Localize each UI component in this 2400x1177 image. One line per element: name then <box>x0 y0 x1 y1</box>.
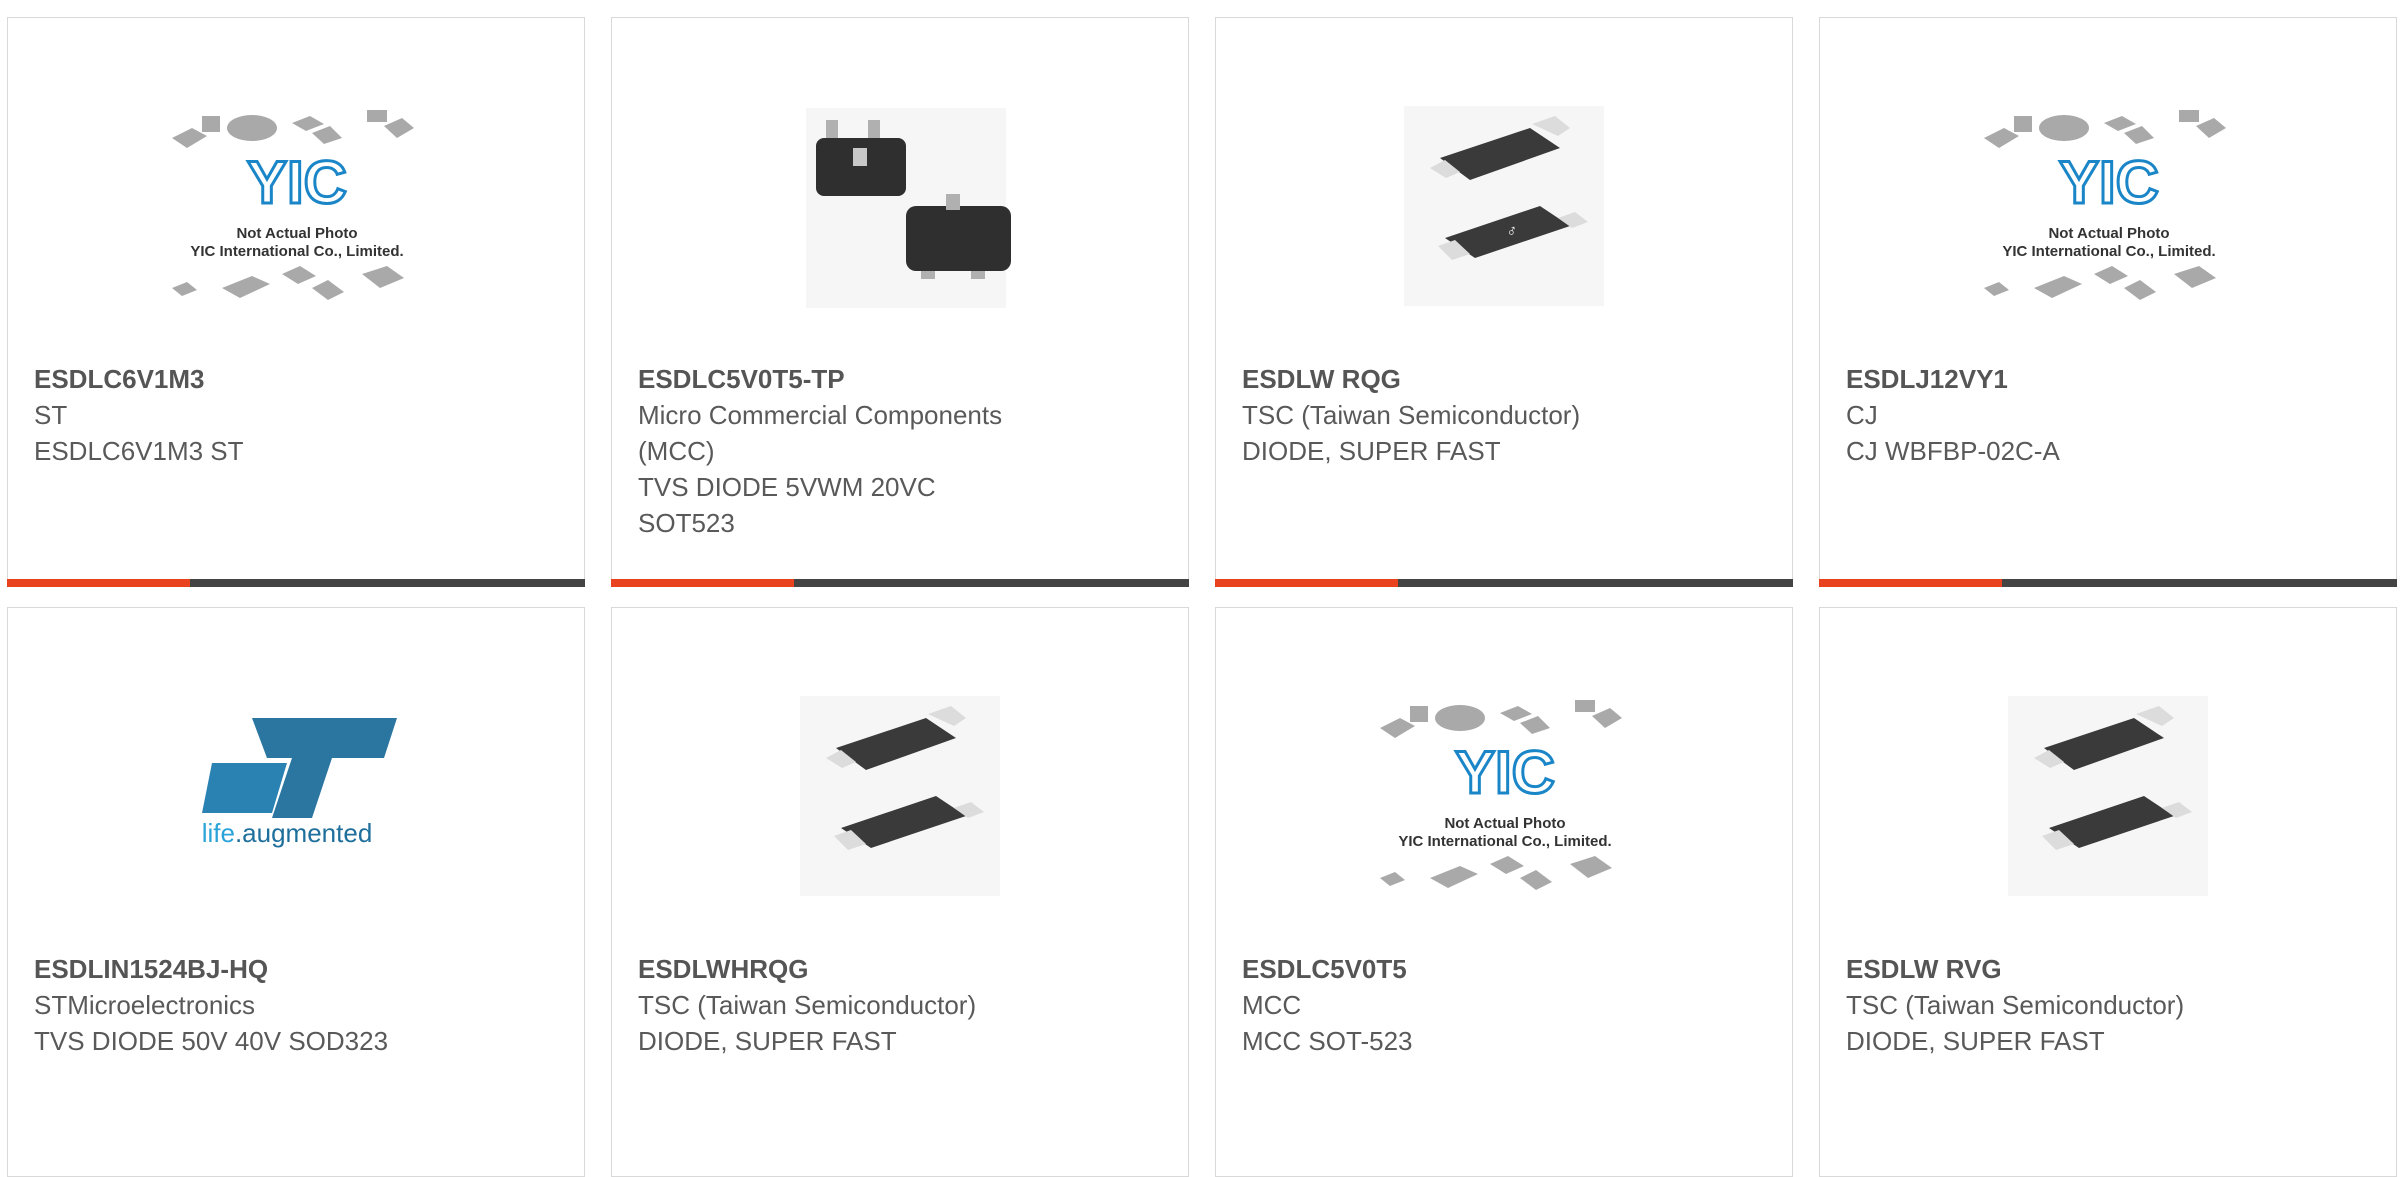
manufacturer: TSC (Taiwan Semiconductor) <box>1846 990 2185 1020</box>
product-image-diode: ♂ <box>1360 98 1650 323</box>
product-image-placeholder: YIC Not Actual Photo YIC International C… <box>1964 98 2254 323</box>
description: DIODE, SUPER FAST <box>1242 436 1501 466</box>
svg-text:life.augmented: life.augmented <box>202 818 373 848</box>
part-number[interactable]: ESDLC5V0T5 <box>1242 951 1772 987</box>
product-card[interactable]: YIC Not Actual Photo YIC International C… <box>1215 607 1793 1177</box>
description: MCC SOT-523 <box>1242 1026 1413 1056</box>
product-image-sot523 <box>756 98 1046 323</box>
product-card[interactable]: ESDLW RVG TSC (Taiwan Semiconductor) DIO… <box>1819 607 2397 1177</box>
description: TVS DIODE 50V 40V SOD323 <box>34 1026 389 1056</box>
svg-text:YIC International Co., Limited: YIC International Co., Limited. <box>1398 833 1611 850</box>
product-card[interactable]: YIC Not Actual Photo YIC International C… <box>7 17 585 587</box>
part-number[interactable]: ESDLC5V0T5-TP <box>638 361 1168 397</box>
product-image-placeholder: YIC Not Actual Photo YIC International C… <box>152 98 442 323</box>
manufacturer: CJ <box>1846 400 1878 430</box>
description: TVS DIODE 5VWM 20VC SOT523 <box>638 472 936 538</box>
part-number[interactable]: ESDLIN1524BJ-HQ <box>34 951 564 987</box>
card-footer-bar <box>7 579 585 587</box>
product-card[interactable]: life.augmented ESDLIN1524BJ-HQ STMicroel… <box>7 607 585 1177</box>
product-image-diode <box>756 688 1046 913</box>
part-number[interactable]: ESDLJ12VY1 <box>1846 361 2376 397</box>
description: CJ WBFBP-02C-A <box>1846 436 2060 466</box>
product-image-placeholder: YIC Not Actual Photo YIC International C… <box>1360 688 1650 913</box>
manufacturer: TSC (Taiwan Semiconductor) <box>1242 400 1581 430</box>
manufacturer: STMicroelectronics <box>34 990 256 1020</box>
product-card[interactable]: ♂ ESDLW RQG TSC (Taiwan Semiconductor) D… <box>1215 17 1793 587</box>
svg-text:YIC International Co., Limited: YIC International Co., Limited. <box>190 243 403 260</box>
card-footer-bar <box>1215 579 1793 587</box>
part-number[interactable]: ESDLW RQG <box>1242 361 1772 397</box>
svg-text:Not Actual Photo: Not Actual Photo <box>1444 815 1565 832</box>
manufacturer: TSC (Taiwan Semiconductor) <box>638 990 977 1020</box>
product-card[interactable]: ESDLC5V0T5-TP Micro Commercial Component… <box>611 17 1189 587</box>
svg-text:YIC: YIC <box>247 149 347 216</box>
svg-text:YIC: YIC <box>1455 739 1555 806</box>
svg-text:YIC International Co., Limited: YIC International Co., Limited. <box>2002 243 2215 260</box>
description: DIODE, SUPER FAST <box>1846 1026 2105 1056</box>
manufacturer: MCC <box>1242 990 1302 1020</box>
description: DIODE, SUPER FAST <box>638 1026 897 1056</box>
manufacturer: Micro Commercial Components (MCC) <box>638 400 1003 466</box>
card-accent-bar <box>611 579 794 587</box>
manufacturer: ST <box>34 400 68 430</box>
card-footer-bar <box>1819 579 2397 587</box>
svg-text:YIC: YIC <box>2059 149 2159 216</box>
card-accent-bar <box>7 579 190 587</box>
description: ESDLC6V1M3 ST <box>34 436 244 466</box>
card-footer-bar <box>611 579 1189 587</box>
svg-text:Not Actual Photo: Not Actual Photo <box>236 225 357 242</box>
part-number[interactable]: ESDLW RVG <box>1846 951 2376 987</box>
card-accent-bar <box>1215 579 1398 587</box>
product-card[interactable]: ESDLWHRQG TSC (Taiwan Semiconductor) DIO… <box>611 607 1189 1177</box>
part-number[interactable]: ESDLC6V1M3 <box>34 361 564 397</box>
part-number[interactable]: ESDLWHRQG <box>638 951 1168 987</box>
st-logo-image: life.augmented <box>152 688 442 913</box>
svg-text:Not Actual Photo: Not Actual Photo <box>2048 225 2169 242</box>
product-card[interactable]: YIC Not Actual Photo YIC International C… <box>1819 17 2397 587</box>
card-accent-bar <box>1819 579 2002 587</box>
product-image-diode <box>1964 688 2254 913</box>
